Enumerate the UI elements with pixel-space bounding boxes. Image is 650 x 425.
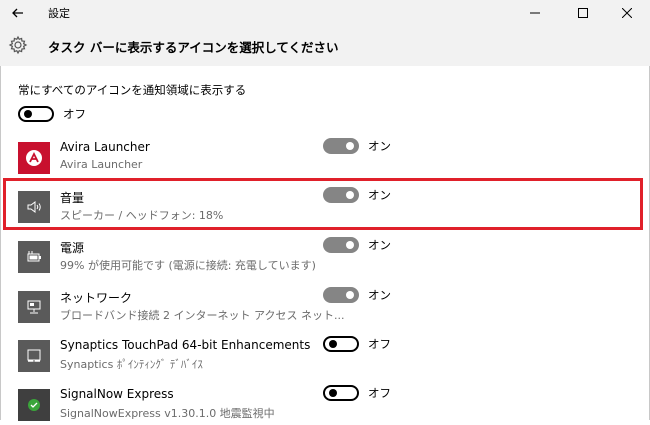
maximize-button[interactable] <box>560 0 606 26</box>
app-name: SignalNow Express <box>60 387 174 401</box>
app-toggle-row: オフ <box>323 336 391 352</box>
app-toggle[interactable] <box>323 237 359 253</box>
list-item-power: 電源 99% が使用可能です (電源に接続: 充電しています) オン <box>18 237 618 277</box>
app-toggle-row: オン <box>323 138 391 154</box>
minimize-icon <box>530 12 540 14</box>
touchpad-icon <box>18 340 50 372</box>
app-subtitle: ブロードバンド接続 2 インターネット アクセス ネット... <box>60 309 345 322</box>
always-show-toggle[interactable] <box>18 106 54 122</box>
app-subtitle: SignalNowExpress v1.30.1.0 地震監視中 <box>60 407 275 420</box>
app-toggle-state: オン <box>368 288 391 302</box>
highlight-box <box>3 178 643 230</box>
list-item-signalnow: SignalNow Express SignalNowExpress v1.30… <box>18 385 618 425</box>
app-name: Synaptics TouchPad 64-bit Enhancements <box>60 338 311 352</box>
minimize-button[interactable] <box>512 0 558 26</box>
maximize-icon <box>578 8 588 18</box>
page-title: タスク バーに表示するアイコンを選択してください <box>48 40 339 55</box>
back-arrow-icon <box>12 8 23 18</box>
app-subtitle: 99% が使用可能です (電源に接続: 充電しています) <box>60 259 316 272</box>
app-toggle-state: オン <box>368 139 391 153</box>
gear-icon <box>8 35 28 55</box>
app-toggle-state: オン <box>368 238 391 252</box>
battery-icon <box>18 241 50 273</box>
app-toggle-row: オン <box>323 237 391 253</box>
app-toggle-state: オフ <box>368 386 391 400</box>
list-item-synaptics: Synaptics TouchPad 64-bit Enhancements S… <box>18 336 618 376</box>
list-item-network: ネットワーク ブロードバンド接続 2 インターネット アクセス ネット... オ… <box>18 287 618 327</box>
back-button[interactable] <box>8 3 28 23</box>
app-subtitle: Avira Launcher <box>60 158 143 171</box>
page-header: タスク バーに表示するアイコンを選択してください <box>0 26 650 66</box>
title-bar: 設定 <box>0 0 650 26</box>
close-button[interactable] <box>604 0 650 26</box>
signalnow-icon <box>18 389 50 421</box>
always-show-label: 常にすべてのアイコンを通知領域に表示する <box>18 83 247 97</box>
network-icon <box>18 291 50 323</box>
always-show-state: オフ <box>63 107 86 121</box>
app-toggle[interactable] <box>323 138 359 154</box>
app-toggle[interactable] <box>323 385 359 401</box>
close-icon <box>622 8 632 18</box>
app-subtitle: Synaptics ﾎﾟｲﾝﾃｨﾝｸﾞ ﾃﾞﾊﾞｲｽ <box>60 358 203 371</box>
app-name: Avira Launcher <box>60 140 150 154</box>
app-toggle[interactable] <box>323 336 359 352</box>
app-name: ネットワーク <box>60 291 133 305</box>
always-show-toggle-row: オフ <box>18 106 86 122</box>
app-name: 電源 <box>60 241 85 255</box>
list-item-avira: Avira Launcher Avira Launcher オン <box>18 138 618 178</box>
app-toggle[interactable] <box>323 287 359 303</box>
app-title: 設定 <box>48 7 70 20</box>
app-toggle-row: オン <box>323 287 391 303</box>
app-toggle-row: オフ <box>323 385 391 401</box>
avira-icon <box>18 142 50 174</box>
app-toggle-state: オフ <box>368 337 391 351</box>
